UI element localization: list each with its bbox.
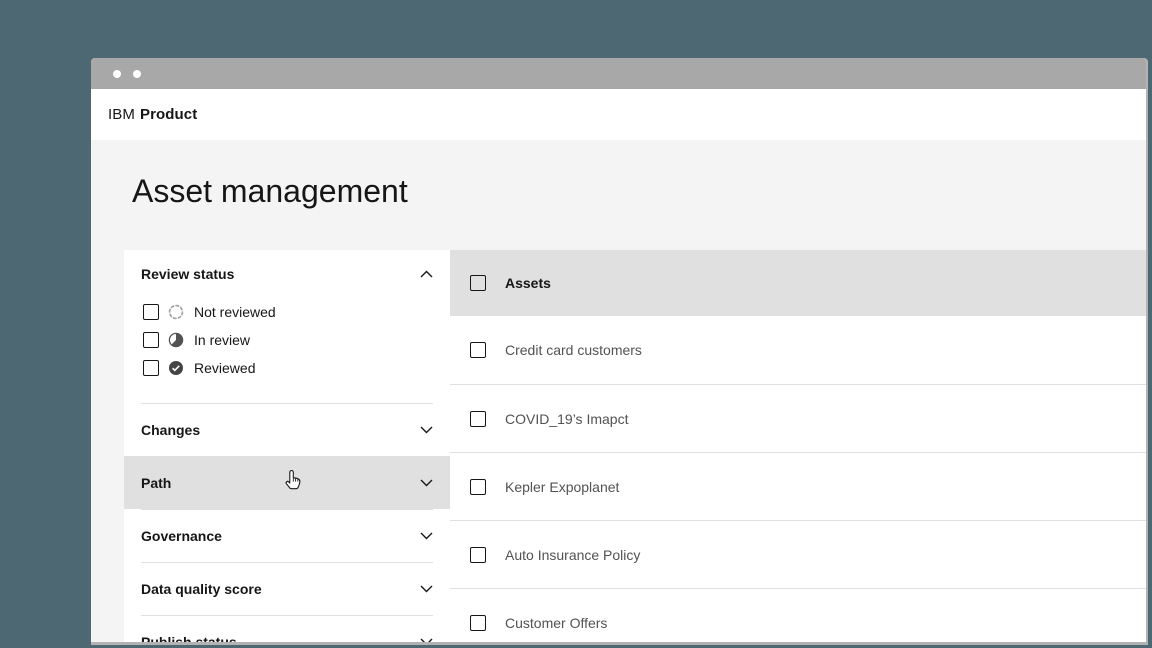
checkbox[interactable]	[143, 332, 159, 348]
select-all-checkbox[interactable]	[470, 275, 486, 291]
chevron-down-icon	[420, 479, 433, 487]
filter-section-label: Review status	[141, 266, 234, 282]
chevron-down-icon	[420, 585, 433, 593]
window-titlebar	[91, 58, 1146, 89]
table-row[interactable]: Customer Offers	[450, 588, 1146, 645]
app-header: IBM Product	[91, 89, 1146, 140]
checkbox[interactable]	[143, 304, 159, 320]
filter-section-label: Data quality score	[141, 581, 262, 597]
filter-section-path[interactable]: Path	[124, 456, 450, 509]
main-layout: Review status Not reviewed	[124, 250, 1146, 645]
table-row[interactable]: Auto Insurance Policy	[450, 520, 1146, 588]
filter-option-reviewed[interactable]: Reviewed	[124, 354, 450, 382]
filter-option-label: Not reviewed	[194, 304, 276, 320]
filter-section-label: Changes	[141, 422, 200, 438]
table-row[interactable]: Credit card customers	[450, 316, 1146, 384]
filter-option-label: In review	[194, 332, 250, 348]
row-checkbox[interactable]	[470, 411, 486, 427]
row-checkbox[interactable]	[470, 547, 486, 563]
filter-section-label: Governance	[141, 528, 222, 544]
page-content: Asset management Review status	[91, 140, 1146, 645]
filter-section-review-status[interactable]: Review status	[124, 250, 450, 298]
filter-option-not-reviewed[interactable]: Not reviewed	[124, 298, 450, 326]
filter-section-publish-status[interactable]: Publish status	[124, 615, 450, 645]
asset-table-header: Assets	[450, 250, 1146, 316]
incomplete-icon	[168, 332, 184, 348]
filter-section-governance[interactable]: Governance	[124, 509, 450, 562]
chevron-down-icon	[420, 532, 433, 540]
circle-dash-icon	[168, 304, 184, 320]
asset-name: Auto Insurance Policy	[505, 547, 640, 563]
row-checkbox[interactable]	[470, 479, 486, 495]
chevron-up-icon	[420, 270, 433, 278]
asset-name: Kepler Expoplanet	[505, 479, 619, 495]
asset-name: Credit card customers	[505, 342, 642, 358]
filter-option-label: Reviewed	[194, 360, 255, 376]
window-control-dot[interactable]	[113, 70, 121, 78]
checkbox[interactable]	[143, 360, 159, 376]
chevron-down-icon	[420, 426, 433, 434]
brand-name: Product	[140, 106, 197, 123]
filter-section-label: Path	[141, 475, 171, 491]
filter-section-changes[interactable]: Changes	[124, 403, 450, 456]
asset-table-header-label: Assets	[505, 275, 551, 291]
window-control-dot[interactable]	[133, 70, 141, 78]
filter-section-data-quality-score[interactable]: Data quality score	[124, 562, 450, 615]
filter-section-label: Publish status	[141, 634, 237, 646]
brand-prefix: IBM	[108, 106, 135, 123]
row-checkbox[interactable]	[470, 615, 486, 631]
app-window: IBM Product Asset management Review stat…	[91, 58, 1148, 645]
filter-option-in-review[interactable]: In review	[124, 326, 450, 354]
asset-table: Assets Credit card customers COVID_19’s …	[450, 250, 1146, 645]
asset-name: COVID_19’s Imapct	[505, 411, 628, 427]
table-row[interactable]: Kepler Expoplanet	[450, 452, 1146, 520]
page-title: Asset management	[91, 140, 1146, 212]
checkmark-filled-icon	[168, 360, 184, 376]
filter-panel: Review status Not reviewed	[124, 250, 450, 645]
asset-name: Customer Offers	[505, 615, 607, 631]
chevron-down-icon	[420, 638, 433, 646]
table-row[interactable]: COVID_19’s Imapct	[450, 384, 1146, 452]
review-status-options: Not reviewed In review	[124, 298, 450, 403]
row-checkbox[interactable]	[470, 342, 486, 358]
